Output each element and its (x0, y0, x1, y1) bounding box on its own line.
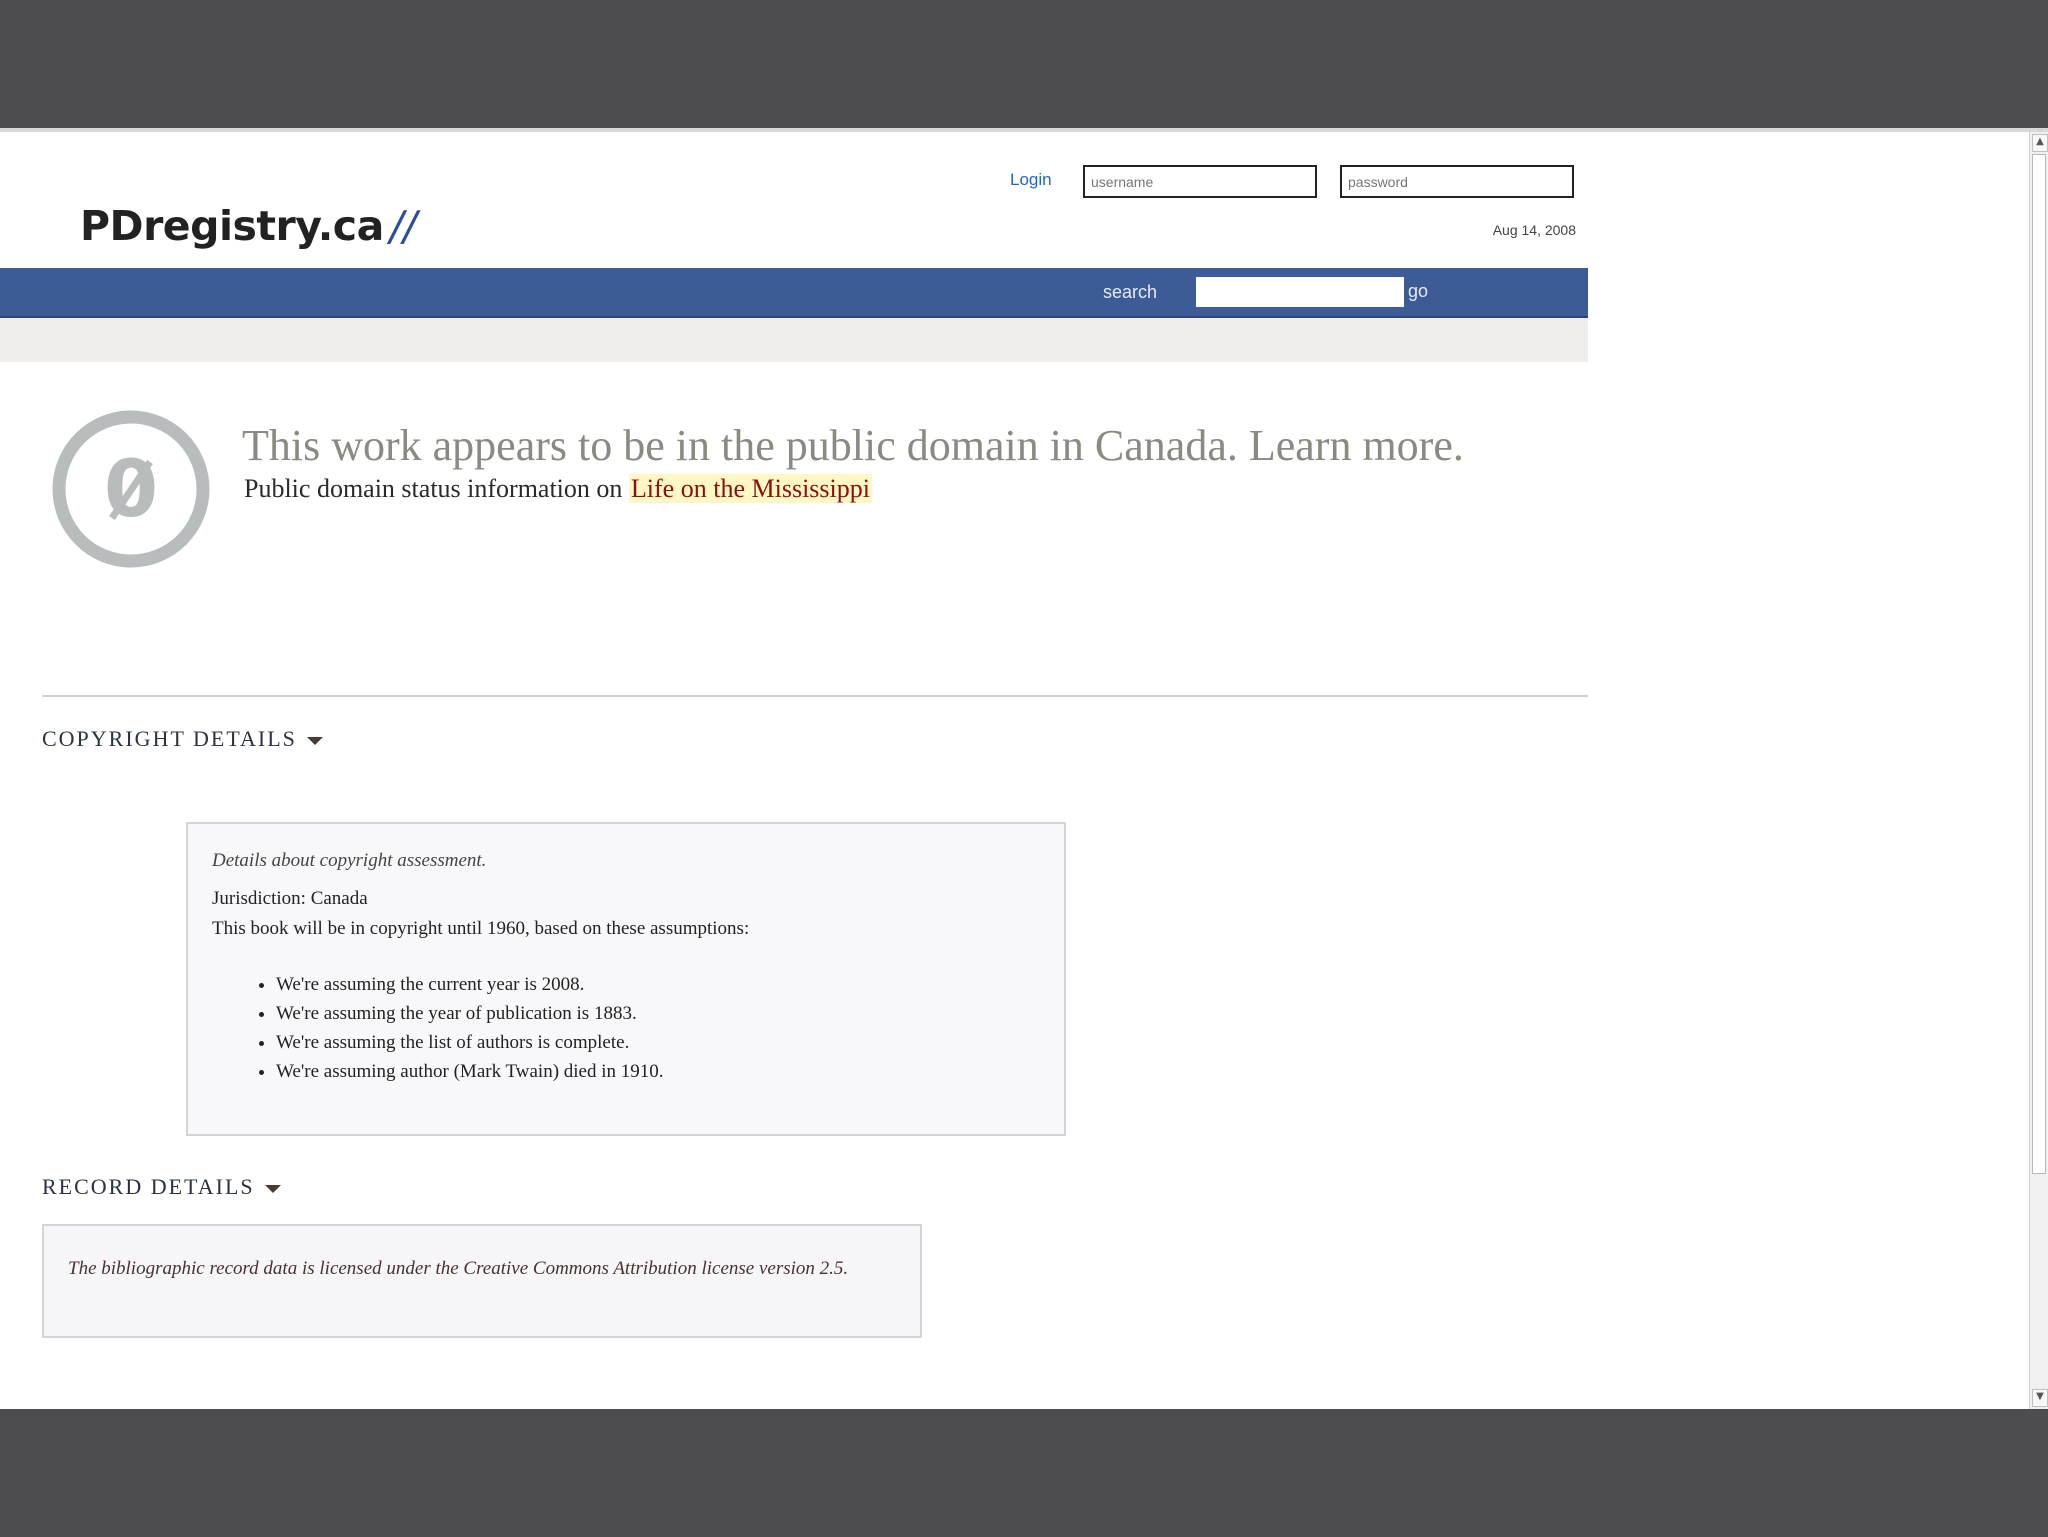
logo-slashes: // (389, 202, 417, 250)
search-label: search (1103, 282, 1158, 302)
copyright-details-toggle[interactable]: COPYRIGHT DETAILS (42, 726, 323, 752)
password-field[interactable] (1340, 165, 1574, 198)
work-title: Life on the Mississippi (628, 474, 872, 503)
current-date: Aug 14, 2008 (1492, 222, 1576, 238)
assumption-item: We're assuming the year of publication i… (276, 999, 1040, 1028)
copyright-details-panel: Details about copyright assessment. Juri… (186, 822, 1066, 1136)
assumption-intro: This book will be in copyright until 196… (212, 918, 750, 939)
public-domain-zero-icon: 0 (52, 410, 210, 568)
section-divider (42, 695, 1588, 697)
scroll-up-arrow-icon[interactable]: ▲ (2032, 134, 2048, 152)
subnav-bar (0, 318, 1588, 362)
caret-down-icon (306, 736, 323, 745)
login-link[interactable]: Login (1010, 170, 1052, 190)
copyright-heading-label: COPYRIGHT DETAILS (42, 726, 297, 751)
site-logo[interactable]: PDregistry.ca// (80, 202, 417, 250)
jurisdiction-line: Jurisdiction: Canada (212, 888, 368, 909)
scroll-thumb[interactable] (2032, 154, 2046, 1174)
status-subline: Public domain status information on Life… (244, 474, 872, 504)
username-field[interactable] (1083, 165, 1317, 198)
subline-prefix: Public domain status information on (244, 474, 629, 503)
assumption-item: We're assuming author (Mark Twain) died … (276, 1057, 1040, 1086)
assumption-list: We're assuming the current year is 2008.… (252, 970, 1040, 1086)
status-headline[interactable]: This work appears to be in the public do… (242, 420, 1464, 471)
assumption-item: We're assuming the current year is 2008. (276, 970, 1040, 999)
vertical-scrollbar[interactable]: ▲ ▼ (2029, 132, 2048, 1409)
search-input[interactable] (1196, 277, 1404, 307)
browser-viewport: PDregistry.ca// Login Aug 14, 2008 searc… (0, 128, 2048, 1409)
scroll-down-arrow-icon[interactable]: ▼ (2032, 1389, 2048, 1407)
logo-text: PDregistry.ca (80, 202, 384, 250)
record-heading-label: RECORD DETAILS (42, 1174, 255, 1199)
details-caption: Details about copyright assessment. (212, 850, 487, 871)
record-details-panel: The bibliographic record data is license… (42, 1224, 922, 1338)
record-details-toggle[interactable]: RECORD DETAILS (42, 1174, 281, 1200)
assumption-item: We're assuming the list of authors is co… (276, 1028, 1040, 1057)
go-button[interactable]: go (1408, 281, 1428, 302)
caret-down-icon (264, 1184, 281, 1193)
nav-bar: search go (0, 268, 1588, 318)
license-text[interactable]: The bibliographic record data is license… (68, 1258, 848, 1279)
